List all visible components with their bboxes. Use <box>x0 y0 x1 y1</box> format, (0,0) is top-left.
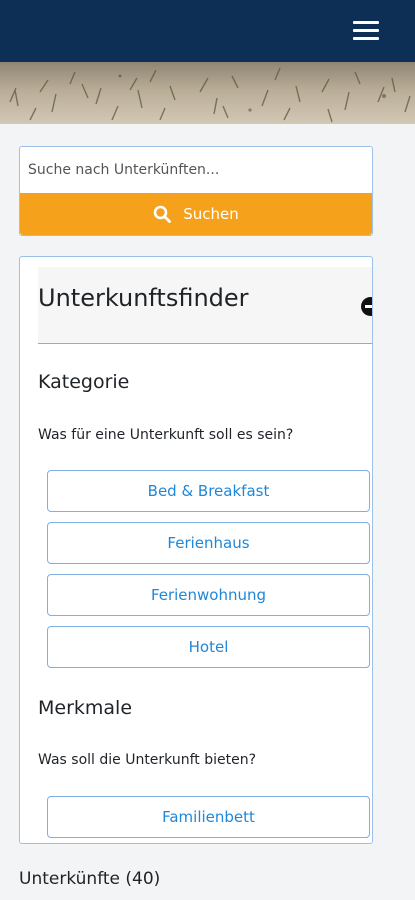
top-navigation-bar <box>0 0 415 62</box>
option-hotel[interactable]: Hotel <box>47 626 370 668</box>
option-ferienhaus[interactable]: Ferienhaus <box>47 522 370 564</box>
features-heading: Merkmale <box>38 697 133 719</box>
hero-image-dunes <box>0 62 415 124</box>
option-familienbett[interactable]: Familienbett <box>47 796 370 838</box>
results-count: Unterkünfte (40) <box>19 869 161 889</box>
category-heading: Kategorie <box>38 371 130 393</box>
category-question: Was für eine Unterkunft soll es sein? <box>38 427 294 443</box>
search-box: Suche n <box>19 146 373 236</box>
accommodation-finder-panel: Unterkunftsfinder Kategorie Was für eine… <box>19 256 373 844</box>
features-question: Was soll die Unterkunft bieten? <box>38 752 257 768</box>
finder-title: Unterkunftsfinder <box>38 284 249 312</box>
option-ferienwohnung[interactable]: Ferienwohnung <box>47 574 370 616</box>
search-icon <box>153 205 172 223</box>
option-bed-and-breakfast[interactable]: Bed & Breakfast <box>47 470 370 512</box>
hamburger-icon[interactable] <box>353 21 379 41</box>
finder-header: Unterkunftsfinder <box>38 267 372 344</box>
search-button-label: Suchen <box>183 205 239 223</box>
minus-circle-icon[interactable] <box>361 297 372 316</box>
search-input[interactable] <box>20 147 372 193</box>
search-button[interactable]: Suchen <box>20 193 372 235</box>
